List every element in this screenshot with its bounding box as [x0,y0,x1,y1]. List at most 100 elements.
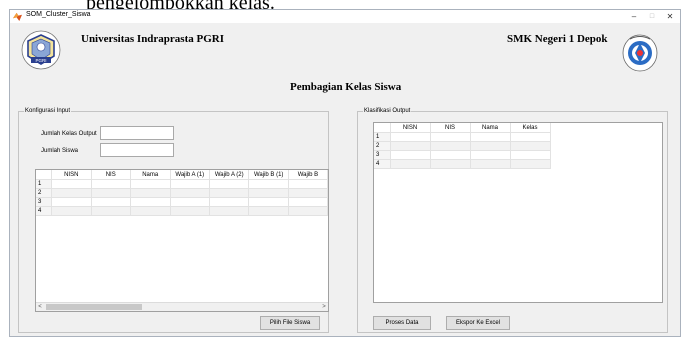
table-cell[interactable] [248,206,289,216]
table-cell[interactable] [430,141,471,151]
minimize-button[interactable]: – [626,10,642,23]
row-header[interactable]: 4 [36,206,52,216]
column-header[interactable]: NIS [91,170,131,180]
table-cell[interactable] [209,179,250,189]
table-cell[interactable] [288,188,328,198]
table-cell[interactable] [430,150,471,160]
column-header[interactable]: Kelas [510,123,551,133]
table-cell[interactable] [470,150,511,160]
table-cell[interactable] [51,179,92,189]
table-cell[interactable] [209,206,250,216]
table-row: 1 [36,179,328,189]
column-header[interactable]: Nama [130,170,171,180]
column-header[interactable]: Wajib A (1) [170,170,211,180]
table-cell[interactable] [91,179,131,189]
table-header-row: NISN NIS Nama Kelas [374,123,551,133]
column-header[interactable]: Wajib B (1) [248,170,289,180]
table-cell[interactable] [390,159,431,169]
table-cell[interactable] [170,188,211,198]
university-name: Universitas Indraprasta PGRI [81,33,225,45]
input-data-table[interactable]: NISN NIS Nama Wajib A (1) Wajib A (2) Wa… [35,169,329,312]
table-cell[interactable] [51,197,92,207]
row-header[interactable]: 2 [374,141,391,151]
row-header[interactable]: 2 [36,188,52,198]
logo-text: PGRI [35,58,46,63]
matlab-icon [13,12,22,21]
proses-data-button[interactable]: Proses Data [373,316,431,330]
school-name: SMK Negeri 1 Depok [507,33,608,45]
table-cell[interactable] [130,179,171,189]
row-header[interactable]: 3 [36,197,52,207]
output-data-table[interactable]: NISN NIS Nama Kelas 1 2 3 4 [373,122,663,303]
table-corner [36,170,52,180]
university-logo: PGRI [21,30,61,70]
row-header[interactable]: 4 [374,159,391,169]
close-button[interactable]: ✕ [662,10,678,23]
table-cell[interactable] [170,206,211,216]
table-cell[interactable] [91,188,131,198]
column-header[interactable]: NIS [430,123,471,133]
title-bar: SOM_Cluster_Siswa – □ ✕ [10,10,680,23]
output-panel: Klasifikasi Output NISN NIS Nama Kelas 1 [357,107,668,333]
jumlah-kelas-input[interactable] [100,126,174,140]
table-row: 3 [36,197,328,207]
table-cell[interactable] [510,159,551,169]
school-logo [622,34,658,72]
table-row: 4 [374,159,551,169]
jumlah-siswa-input[interactable] [100,143,174,157]
table-cell[interactable] [288,197,328,207]
scroll-right-arrow-icon[interactable]: > [320,303,328,311]
table-cell[interactable] [430,159,471,169]
jumlah-kelas-label: Jumlah Kelas Output [41,131,97,137]
table-cell[interactable] [91,206,131,216]
table-cell[interactable] [209,188,250,198]
column-header[interactable]: Wajib A (2) [209,170,250,180]
table-cell[interactable] [170,179,211,189]
table-cell[interactable] [390,141,431,151]
table-cell[interactable] [248,188,289,198]
table-cell[interactable] [209,197,250,207]
table-cell[interactable] [170,197,211,207]
table-cell[interactable] [510,150,551,160]
table-cell[interactable] [130,206,171,216]
table-cell[interactable] [130,197,171,207]
table-row: 4 [36,206,328,216]
column-header[interactable]: Wajib B [288,170,328,180]
table-cell[interactable] [288,206,328,216]
column-header[interactable]: NISN [390,123,431,133]
table-cell[interactable] [130,188,171,198]
table-cell[interactable] [51,206,92,216]
table-cell[interactable] [248,179,289,189]
table-row: 1 [374,132,551,142]
table-header-row: NISN NIS Nama Wajib A (1) Wajib A (2) Wa… [36,170,328,180]
table-cell[interactable] [510,132,551,142]
table-cell[interactable] [470,159,511,169]
pilih-file-siswa-button[interactable]: Pilih File Siswa [260,316,320,330]
table-cell[interactable] [510,141,551,151]
table-cell[interactable] [91,197,131,207]
row-header[interactable]: 3 [374,150,391,160]
app-window: SOM_Cluster_Siswa – □ ✕ PGRI Universitas… [9,9,681,337]
table-cell[interactable] [430,132,471,142]
horizontal-scrollbar[interactable]: < > [36,302,328,311]
window-title: SOM_Cluster_Siswa [26,11,91,18]
table-cell[interactable] [248,197,289,207]
ekspor-excel-button[interactable]: Ekspor Ke Excel [446,316,510,330]
table-cell[interactable] [470,141,511,151]
table-row: 2 [374,141,551,151]
table-cell[interactable] [51,188,92,198]
column-header[interactable]: NISN [51,170,92,180]
scroll-left-arrow-icon[interactable]: < [36,303,44,311]
table-row: 3 [374,150,551,160]
table-cell[interactable] [288,179,328,189]
maximize-button[interactable]: □ [644,10,660,23]
scrollbar-thumb[interactable] [46,304,142,310]
row-header[interactable]: 1 [36,179,52,189]
table-cell[interactable] [470,132,511,142]
table-cell[interactable] [390,132,431,142]
jumlah-siswa-label: Jumlah Siswa [41,148,79,154]
column-header[interactable]: Nama [470,123,511,133]
input-config-panel: Konfigurasi Input Jumlah Kelas Output Ju… [18,107,329,333]
table-cell[interactable] [390,150,431,160]
row-header[interactable]: 1 [374,132,391,142]
